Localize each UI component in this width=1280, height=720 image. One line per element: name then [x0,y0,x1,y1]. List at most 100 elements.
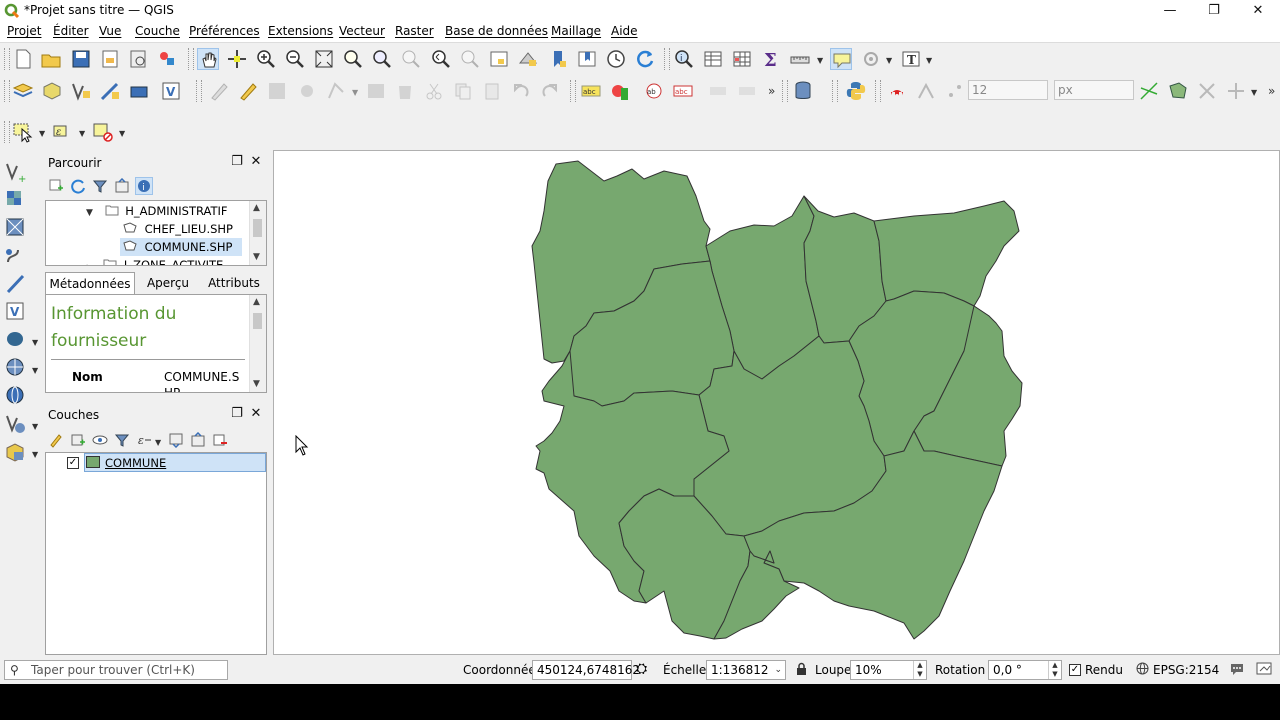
map-tips-icon[interactable] [830,48,852,70]
restore-button[interactable]: ❐ [1192,0,1236,22]
delete-selected-icon[interactable] [394,80,416,102]
add-xyz-layer-icon[interactable] [4,440,30,464]
add-wfs-layer-icon[interactable] [4,384,30,408]
float-panel-icon[interactable]: ❐ [230,155,244,169]
resize-grip-icon[interactable] [1256,661,1274,680]
menu-couche[interactable]: Couche [135,24,180,38]
add-delimited-text-layer-icon[interactable] [4,244,30,268]
metadata-scrollbar[interactable]: ▲ ▼ [249,295,266,392]
show-hide-labels-icon[interactable] [707,80,729,102]
select-features-icon[interactable] [12,121,34,143]
show-bookmarks-icon[interactable] [576,48,598,70]
tree-item-i-zone-activite[interactable]: › I_ZONE_ACTIVITE [86,256,223,265]
filter-by-expression-icon[interactable]: ε [136,432,152,448]
data-source-manager-icon[interactable] [12,80,34,102]
deselect-features-icon[interactable] [92,121,114,143]
layer-labeling-options-icon[interactable]: abc [580,80,602,102]
coordinate-input[interactable]: 450124,6748162 [532,660,640,680]
tab-metadonnees[interactable]: Métadonnées [45,272,135,294]
self-snapping-icon[interactable] [1225,80,1247,102]
refresh-icon[interactable] [70,178,86,194]
new-spatial-bookmark-icon[interactable] [547,48,569,70]
zoom-in-icon[interactable] [255,48,277,70]
spin-arrows-icon[interactable]: ▲ ▼ [913,661,926,679]
identify-features-icon[interactable]: i [673,48,695,70]
new-spatialite-layer-icon[interactable] [99,80,121,102]
toggle-extents-icon[interactable]: ⛭ [636,661,647,677]
lock-scale-icon[interactable] [796,662,807,678]
tree-scrollbar[interactable]: ▲ ▼ [249,201,266,265]
add-vector-layer-icon[interactable]: + [4,160,30,185]
add-layer-icon[interactable] [48,178,64,194]
move-label-icon[interactable] [736,80,758,102]
scroll-up-icon[interactable]: ▲ [253,297,260,307]
undo-icon[interactable] [510,80,532,102]
paste-features-icon[interactable] [481,80,503,102]
cut-features-icon[interactable] [423,80,445,102]
new-temporary-layer-icon[interactable] [128,80,150,102]
new-print-layout-icon[interactable] [99,48,121,70]
toolbar-grip[interactable] [196,80,202,102]
menu-extensions[interactable]: Extensions [268,24,333,38]
scroll-thumb[interactable] [253,313,262,329]
snap-on-intersection-icon[interactable] [1138,80,1160,102]
chevron-down-icon[interactable]: ▼ [1251,88,1257,97]
db-manager-icon[interactable] [792,80,814,102]
toolbar-grip[interactable] [570,80,576,102]
collapse-all-icon[interactable] [190,432,206,448]
toolbar-grip[interactable] [875,80,881,102]
snapping-unit-select[interactable]: px [1054,80,1134,100]
add-mesh-layer-icon[interactable] [4,216,30,240]
menu-aide[interactable]: Aide [611,24,638,38]
menu-editer[interactable]: Éditer [53,24,89,38]
chevron-down-icon[interactable]: ▼ [926,56,932,65]
spin-arrows-icon[interactable]: ▲ ▼ [1048,661,1061,679]
minimize-button[interactable]: — [1148,0,1192,22]
actions-icon[interactable] [860,48,882,70]
chevron-down-icon[interactable]: ▼ [817,56,823,65]
chevron-down-icon[interactable]: ▼ [32,450,38,459]
magnifier-spinbox[interactable]: 10% ▲ ▼ [850,660,927,680]
open-project-icon[interactable] [40,48,62,70]
snapping-tolerance-input[interactable]: 12 [968,80,1048,100]
tab-apercu[interactable]: Aperçu [137,272,199,294]
scroll-up-icon[interactable]: ▲ [253,203,260,213]
float-panel-icon[interactable]: ❐ [230,407,244,421]
save-edits-icon[interactable] [266,80,288,102]
menu-base-de-donnees[interactable]: Base de données [445,24,548,38]
style-manager-icon[interactable] [156,48,178,70]
info-icon[interactable]: i [135,177,153,195]
manage-map-themes-icon[interactable] [92,432,108,448]
add-raster-layer-icon[interactable] [4,188,30,212]
add-wcs-layer-icon[interactable] [4,412,30,436]
toolbar-grip[interactable] [188,48,194,70]
redo-icon[interactable] [539,80,561,102]
python-console-icon[interactable] [845,80,867,102]
close-window-button[interactable]: ✕ [1236,0,1280,22]
toolbar-grip[interactable] [4,48,10,70]
menu-maillage[interactable]: Maillage [551,24,601,38]
crs-globe-icon[interactable] [1136,662,1149,678]
attribute-table-icon[interactable] [702,48,724,70]
add-virtual-layer-icon[interactable]: V [4,300,30,324]
render-checkbox[interactable]: ✓ [1069,664,1081,676]
zoom-last-icon[interactable] [430,48,452,70]
add-group-icon[interactable] [70,432,86,448]
avoid-overlap-icon[interactable] [1196,80,1218,102]
new-virtual-layer-icon[interactable]: V [160,80,182,102]
current-edits-icon[interactable] [208,80,230,102]
add-feature-icon[interactable] [296,80,318,102]
chevron-down-icon[interactable]: ▼ [86,208,93,218]
snapping-mode-icon[interactable] [915,80,937,102]
zoom-next-icon[interactable] [459,48,481,70]
chevron-down-icon[interactable]: ▼ [39,129,45,138]
field-calculator-icon[interactable]: Σ [760,48,782,70]
toolbar-overflow-icon[interactable]: » [768,84,775,98]
add-spatialite-layer-icon[interactable] [4,272,30,296]
zoom-to-layer-icon[interactable] [371,48,393,70]
chevron-down-icon[interactable]: ▼ [32,338,38,347]
layer-diagram-options-icon[interactable] [609,80,631,102]
tree-item-chef-lieu[interactable]: CHEF_LIEU.SHP [122,220,233,238]
remove-layer-icon[interactable] [212,432,228,448]
expand-all-icon[interactable] [168,432,184,448]
